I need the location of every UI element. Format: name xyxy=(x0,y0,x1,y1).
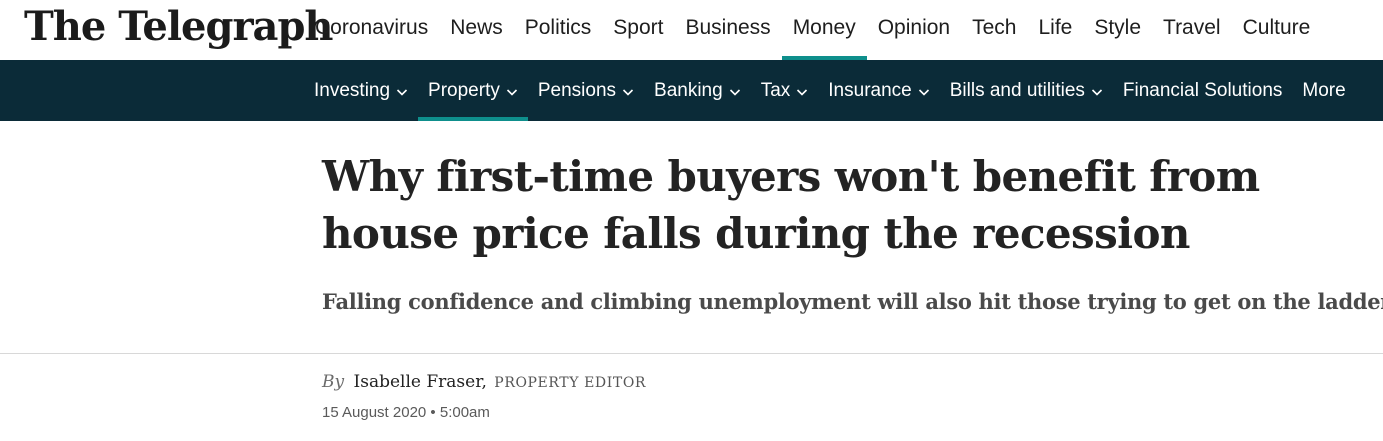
chevron-down-icon xyxy=(396,88,408,96)
nav-item-opinion[interactable]: Opinion xyxy=(867,0,961,60)
chevron-down-icon xyxy=(797,88,808,96)
author-link[interactable]: Isabelle Fraser, xyxy=(354,372,487,392)
nav-item-culture[interactable]: Culture xyxy=(1232,0,1322,60)
section-item-insurance[interactable]: Insurance xyxy=(818,60,939,121)
publish-date: 15 August 2020 • 5:00am xyxy=(322,404,490,421)
section-item-property[interactable]: Property xyxy=(418,60,528,121)
nav-item-tech[interactable]: Tech xyxy=(961,0,1027,60)
author-role: PROPERTY EDITOR xyxy=(494,375,647,391)
section-item-banking[interactable]: Banking xyxy=(644,60,751,121)
section-item-label: Bills and utilities xyxy=(949,79,1085,101)
nav-item-style[interactable]: Style xyxy=(1083,0,1152,60)
chevron-down-icon xyxy=(918,88,929,96)
nav-item-politics[interactable]: Politics xyxy=(514,0,603,60)
section-item-more[interactable]: More xyxy=(1292,60,1355,121)
divider xyxy=(0,353,1383,354)
nav-item-coronavirus[interactable]: Coronavirus xyxy=(304,0,439,60)
article-headline: Why first-time buyers won't benefit from… xyxy=(322,152,1260,258)
section-item-bills-and-utilities[interactable]: Bills and utilities xyxy=(940,60,1113,121)
nav-item-travel[interactable]: Travel xyxy=(1152,0,1232,60)
section-item-label: Banking xyxy=(654,79,723,101)
nav-item-business[interactable]: Business xyxy=(674,0,781,60)
article-standfirst: Falling confidence and climbing unemploy… xyxy=(322,289,1383,314)
section-item-pensions[interactable]: Pensions xyxy=(528,60,644,121)
section-item-label: More xyxy=(1302,79,1346,101)
section-nav-bar: Investing Property Pensions Banking Tax … xyxy=(0,60,1383,121)
telegraph-logo[interactable]: The Telegraph xyxy=(24,2,334,52)
chevron-down-icon xyxy=(506,88,517,96)
masthead: The Telegraph Coronavirus News Politics … xyxy=(0,0,1383,60)
chevron-down-icon xyxy=(622,88,634,96)
primary-nav: Coronavirus News Politics Sport Business… xyxy=(304,0,1321,60)
section-item-financial-solutions[interactable]: Financial Solutions xyxy=(1113,60,1292,121)
nav-item-money[interactable]: Money xyxy=(781,0,867,60)
nav-item-news[interactable]: News xyxy=(439,0,514,60)
chevron-down-icon xyxy=(729,88,740,96)
section-item-label: Pensions xyxy=(537,79,617,101)
byline: By Isabelle Fraser, PROPERTY EDITOR xyxy=(322,372,646,392)
section-nav: Investing Property Pensions Banking Tax … xyxy=(304,60,1356,121)
nav-item-sport[interactable]: Sport xyxy=(602,0,674,60)
section-item-label: Financial Solutions xyxy=(1122,79,1283,101)
section-item-label: Insurance xyxy=(828,79,912,101)
section-item-label: Tax xyxy=(760,79,791,101)
nav-item-life[interactable]: Life xyxy=(1027,0,1083,60)
section-item-label: Investing xyxy=(314,79,391,101)
section-item-label: Property xyxy=(428,79,500,101)
chevron-down-icon xyxy=(1091,88,1102,96)
section-item-tax[interactable]: Tax xyxy=(751,60,819,121)
byline-prefix: By xyxy=(322,372,345,392)
section-item-investing[interactable]: Investing xyxy=(304,60,418,121)
